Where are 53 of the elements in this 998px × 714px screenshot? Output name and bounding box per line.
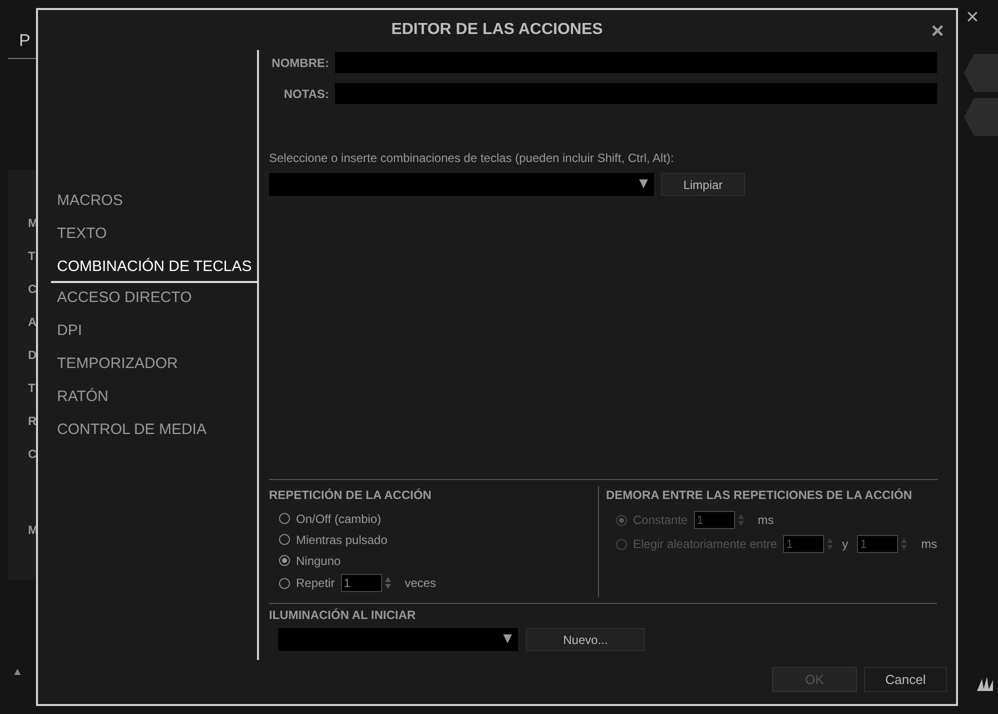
dropdown[interactable]: ▼ (269, 173, 654, 196)
sidebar-item[interactable]: TEXTO (57, 217, 257, 250)
option-label: Elegir aleatoriamente entre (633, 536, 778, 553)
joiner-text: y (842, 536, 848, 553)
sidebar-item[interactable]: CONTROL DE MEDIA (57, 413, 257, 446)
new-button[interactable]: Nuevo... (526, 628, 645, 651)
section-title: REPETICIÓN DE LA ACCIÓN (269, 487, 432, 504)
radio-button[interactable] (279, 578, 290, 588)
spinner-icon[interactable] (738, 514, 744, 526)
number-field[interactable]: 1 (340, 574, 382, 592)
radio-button[interactable] (279, 534, 290, 545)
option-label: Repetir (296, 575, 335, 592)
background-label: T (28, 248, 36, 265)
radio-button[interactable] (279, 513, 290, 524)
spinner-icon[interactable] (827, 538, 834, 550)
sidebar-item[interactable]: DPI (57, 314, 257, 347)
sidebar-item[interactable]: TEMPORIZADOR (57, 347, 257, 380)
arrow-icon[interactable]: ▲ (12, 664, 23, 680)
dialog-button[interactable]: Cancel (864, 667, 947, 692)
option-label: Constante (633, 512, 688, 529)
unit-text: ms (758, 512, 774, 529)
background-label: T (28, 380, 36, 397)
input-field[interactable] (335, 83, 937, 104)
section-title: DEMORA ENTRE LAS REPETICIONES DE LA ACCIÓN (606, 487, 914, 504)
sail-logo-icon (976, 676, 994, 692)
spinner-icon[interactable] (384, 577, 391, 589)
sidebar-item[interactable]: ACCESO DIRECTO (57, 281, 257, 314)
dropdown-arrow-icon: ▼ (636, 173, 651, 196)
input-field[interactable] (335, 52, 937, 73)
option-label: Ninguno (296, 552, 341, 570)
sidebar-item[interactable]: MACROS (57, 184, 257, 217)
field-label: NOTAS: (282, 86, 329, 102)
field-label: NOMBRE: (270, 54, 329, 72)
spinner-icon[interactable] (901, 538, 908, 550)
option-label: On/Off (cambio) (296, 510, 382, 528)
background-label: D (28, 347, 37, 364)
background-label: R (28, 413, 37, 430)
unit-text: veces (404, 575, 436, 592)
dropdown[interactable]: ▼ (278, 628, 518, 651)
dropdown-arrow-icon: ▼ (500, 628, 515, 651)
radio-button[interactable] (279, 555, 290, 566)
close-icon[interactable]: × (966, 6, 979, 28)
prompt-text: Seleccione o inserte combinaciones de teclas (pueden incluir Shift, Ctrl, Alt): (269, 150, 675, 167)
sidebar-item[interactable]: RATÓN (57, 380, 257, 413)
section-title: ILUMINACIÓN AL INICIAR (269, 607, 417, 624)
background-label: C (28, 281, 37, 298)
background-label: A (28, 314, 37, 331)
dialog-title: EDITOR DE LAS ACCIONES (391, 20, 603, 40)
background-label: C (28, 446, 37, 463)
clear-button[interactable]: Limpiar (661, 173, 745, 196)
close-button[interactable]: × (931, 20, 944, 42)
unit-text: ms (921, 536, 938, 553)
option-label: Mientras pulsado (296, 532, 388, 548)
